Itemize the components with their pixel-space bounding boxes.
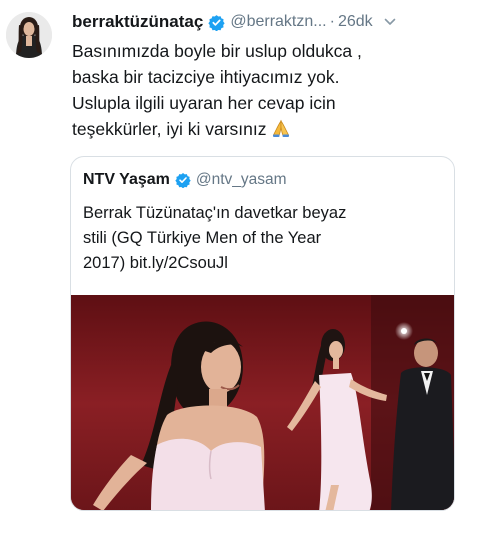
quoted-tweet-card[interactable]: NTV Yaşam @ntv_yasam Berrak Tüzünataç'ın… xyxy=(70,156,455,511)
quoted-tweet-photo[interactable] xyxy=(71,295,454,510)
chevron-down-icon[interactable] xyxy=(383,15,397,29)
quoted-author-display-name[interactable]: NTV Yaşam xyxy=(83,171,170,189)
quoted-author-handle[interactable]: @ntv_yasam xyxy=(196,171,287,189)
tweet-body: Basınımızda boyle bir uslup oldukca , ba… xyxy=(72,38,487,142)
tweet-body-line-4-wrap: teşekkürler, iyi ki varsınız xyxy=(72,116,487,142)
quoted-tweet-header: NTV Yaşam @ntv_yasam xyxy=(83,171,287,189)
tweet-body-line-4: teşekkürler, iyi ki varsınız xyxy=(72,119,267,139)
verified-badge-icon xyxy=(208,14,225,31)
quoted-text-line-1: Berrak Tüzünataç'ın davetkar beyaz xyxy=(83,204,347,222)
quoted-text-line-3[interactable]: 2017) bit.ly/2CsouJl xyxy=(83,251,443,276)
tweet-body-line-1: Basınımızda boyle bir uslup oldukca , xyxy=(72,41,362,61)
tweet-body-line-3: Uslupla ilgili uyaran her cevap icin xyxy=(72,93,336,113)
quoted-text-line-2: stili (GQ Türkiye Men of the Year xyxy=(83,229,322,247)
author-display-name[interactable]: berraktüzünataç xyxy=(72,12,203,32)
quoted-tweet-text: Berrak Tüzünataç'ın davetkar beyaz stili… xyxy=(83,201,443,276)
verified-badge-icon xyxy=(175,173,191,188)
avatar[interactable] xyxy=(6,12,52,58)
tweet-timestamp[interactable]: 26dk xyxy=(338,13,373,31)
tweet[interactable]: berraktüzünataç @berraktzn... · 26dk Bas… xyxy=(0,0,500,535)
tweet-header: berraktüzünataç @berraktzn... · 26dk xyxy=(72,10,492,34)
tweet-body-line-2: baska bir tacizciye ihtiyacımız yok. xyxy=(72,67,340,87)
separator-dot: · xyxy=(329,13,335,30)
author-handle[interactable]: @berraktzn... xyxy=(230,13,326,31)
folded-hands-emoji-icon xyxy=(272,119,289,137)
